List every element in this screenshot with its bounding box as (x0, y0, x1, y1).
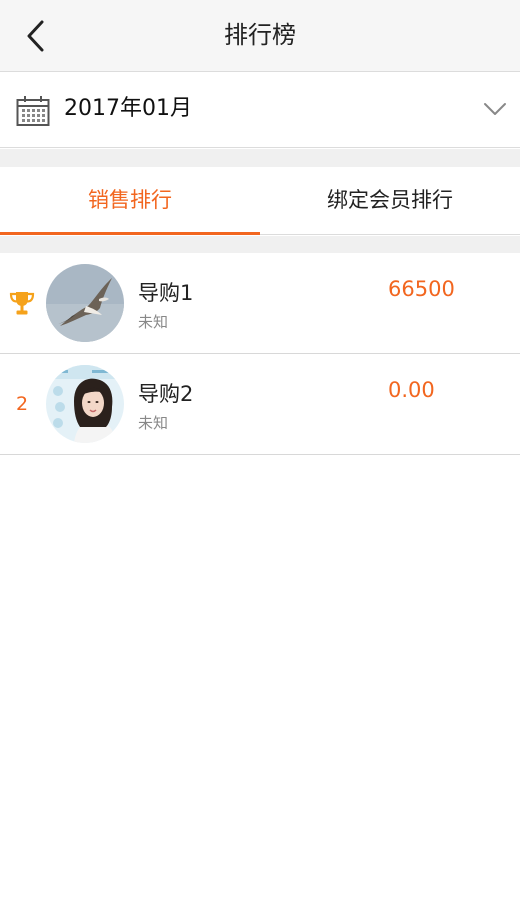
guide-subtitle: 未知 (138, 414, 169, 432)
month-selector[interactable]: 2017年01月 (0, 73, 520, 148)
tab-member-binding-ranking[interactable]: 绑定会员排行 (260, 167, 520, 234)
guide-name: 导购1 (138, 281, 194, 305)
page-title: 排行榜 (224, 21, 296, 49)
avatar (46, 365, 124, 443)
rank-number: 2 (15, 393, 29, 415)
tab-sales-ranking[interactable]: 销售排行 (0, 167, 260, 235)
sales-amount: 66500 (388, 277, 455, 301)
trophy-icon (9, 292, 35, 315)
ranking-tabs: 销售排行 绑定会员排行 (0, 167, 520, 235)
selected-month: 2017年01月 (64, 96, 192, 121)
sales-amount: 0.00 (388, 378, 435, 402)
top-bar: 排行榜 (0, 0, 520, 72)
calendar-icon (16, 96, 50, 126)
avatar (46, 264, 124, 342)
guide-name: 导购2 (138, 382, 194, 406)
ranking-list: 导购1 未知 66500 2 导购2 未知 0.00 (0, 253, 520, 455)
ranking-screen: 排行榜 2017年01月 销售排行 绑定会员排行 导购1 未知 66500 2 … (0, 0, 520, 900)
portrait-photo (46, 365, 124, 443)
section-divider (0, 149, 520, 167)
chevron-down-icon (484, 103, 506, 115)
guide-subtitle: 未知 (138, 313, 169, 331)
list-item[interactable]: 2 导购2 未知 0.00 (0, 354, 520, 455)
list-item[interactable]: 导购1 未知 66500 (0, 253, 520, 354)
section-divider (0, 236, 520, 253)
rank-badge (0, 253, 44, 353)
bird-photo (46, 264, 124, 342)
